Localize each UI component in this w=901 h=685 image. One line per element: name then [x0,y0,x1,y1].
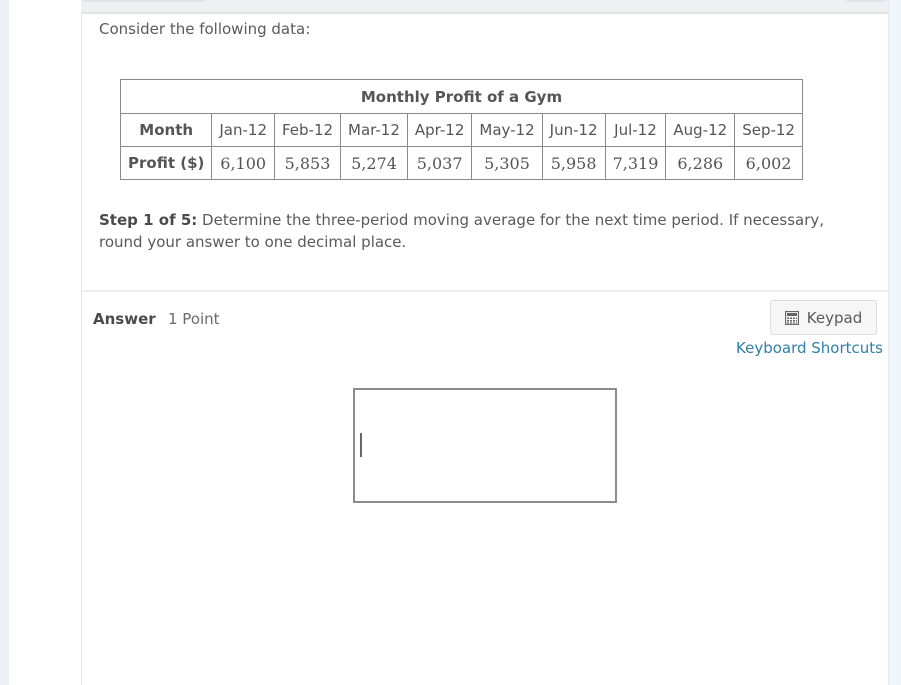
keyboard-shortcuts-link[interactable]: Keyboard Shortcuts [736,339,883,357]
month-cell: Aug-12 [665,113,736,147]
keypad-button[interactable]: Keypad [770,300,877,335]
table-caption: Monthly Profit of a Gym [120,79,803,114]
month-cell: Jun-12 [541,113,606,147]
profit-cell: 5,037 [406,146,473,180]
month-cell: Sep-12 [734,113,803,147]
profit-table: Monthly Profit of a Gym Month Jan-12 Feb… [119,79,803,180]
top-tab-right [846,0,886,2]
calculator-icon [784,310,799,325]
row-header-profit: Profit ($) [119,146,213,180]
profit-cell: 5,958 [541,146,606,180]
text-cursor [360,433,362,457]
profit-cell: 6,100 [211,146,275,180]
step-text: Determine the three-period moving averag… [99,211,825,251]
step-label: Step 1 of 5: [99,211,198,229]
section-divider [82,290,888,292]
row-header-month: Month [119,113,213,147]
month-cell: May-12 [471,113,543,147]
points-label: 1 Point [168,310,220,328]
question-panel: Consider the following data: Monthly Pro… [81,14,888,685]
profit-cell: 6,002 [734,146,803,180]
month-cell: Jul-12 [604,113,667,147]
table-row-profits: Profit ($) 6,100 5,853 5,274 5,037 5,305… [119,146,803,180]
top-tab-left [82,0,206,2]
profit-cell: 6,286 [665,146,736,180]
month-cell: Feb-12 [273,113,342,147]
month-cell: Mar-12 [340,113,408,147]
answer-label: Answer [93,310,156,328]
profit-cell: 5,305 [471,146,543,180]
keypad-label: Keypad [806,308,863,327]
profit-cell: 5,853 [273,146,342,180]
right-scroll-area[interactable] [888,0,901,685]
left-margin [0,0,9,685]
profit-cell: 5,274 [340,146,408,180]
month-cell: Jan-12 [211,113,275,147]
profit-cell: 7,319 [604,146,667,180]
month-cell: Apr-12 [406,113,473,147]
intro-text: Consider the following data: [99,20,311,38]
step-instructions: Step 1 of 5: Determine the three-period … [99,209,839,253]
table-row-months: Month Jan-12 Feb-12 Mar-12 Apr-12 May-12… [119,113,803,147]
top-bar [81,0,888,14]
answer-input[interactable] [353,388,617,503]
